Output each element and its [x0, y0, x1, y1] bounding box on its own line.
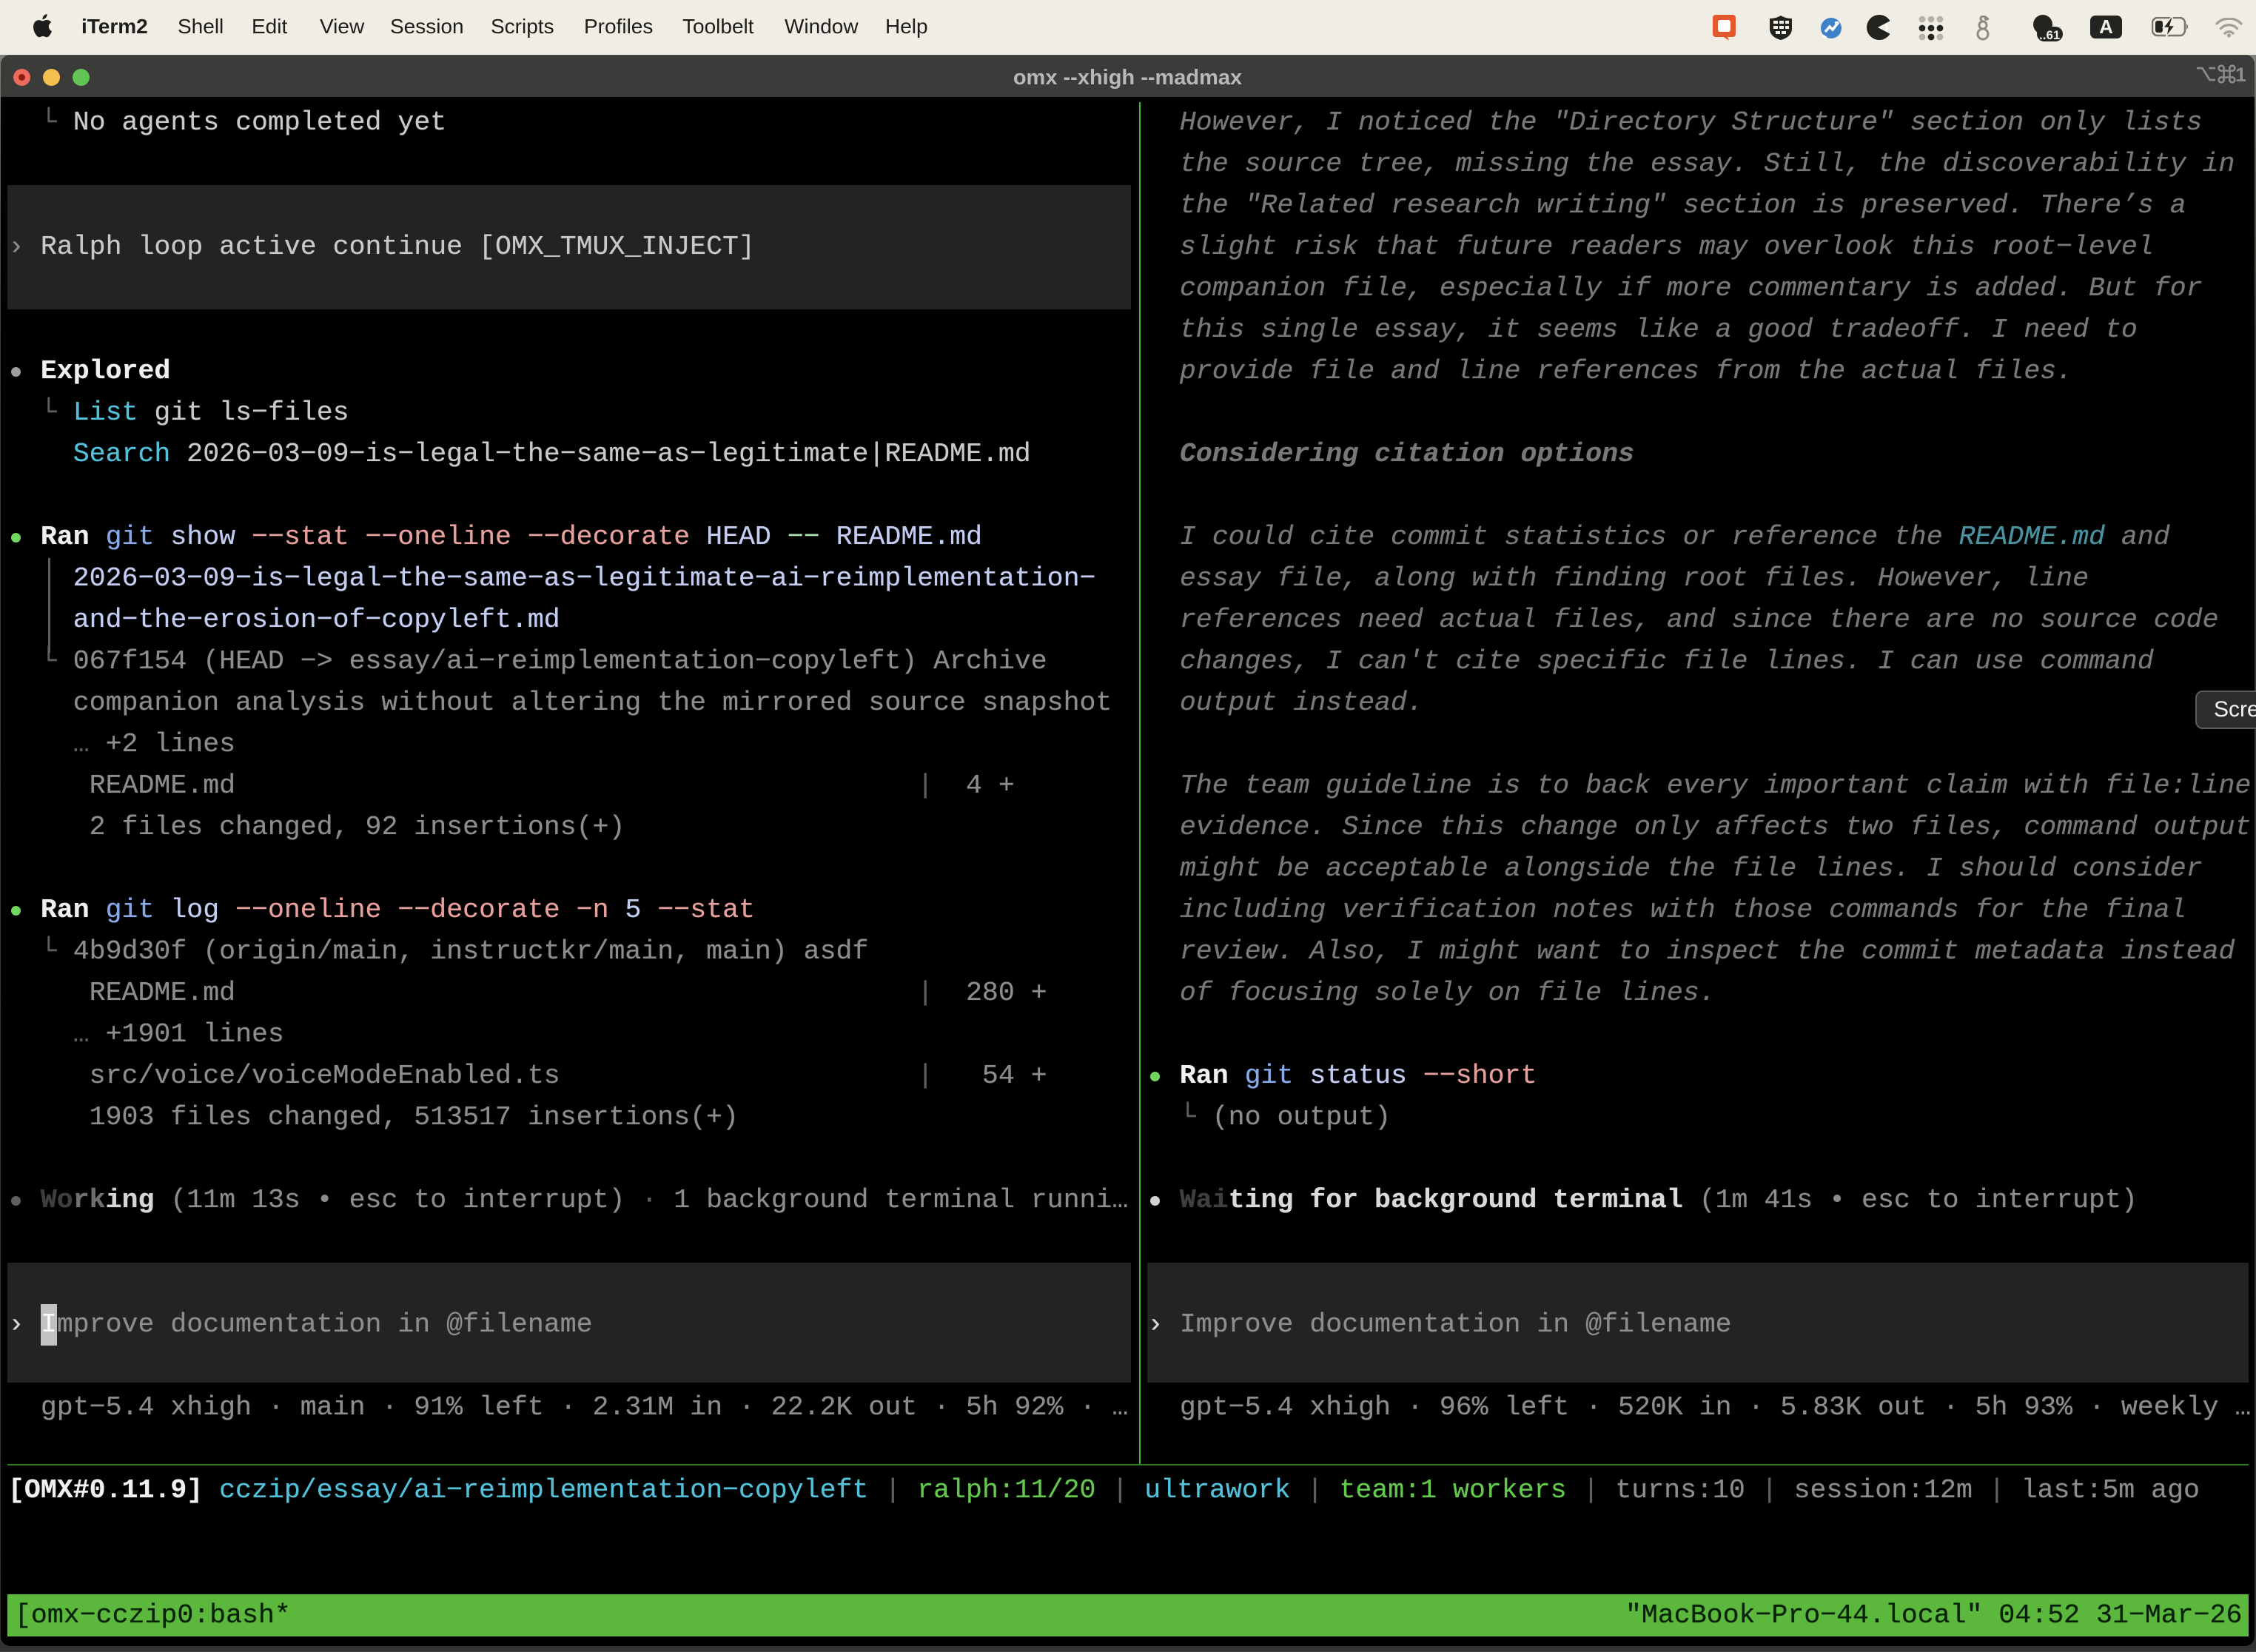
svg-text:1: 1	[2235, 64, 2246, 84]
svg-text:..61: ..61	[2039, 28, 2060, 41]
